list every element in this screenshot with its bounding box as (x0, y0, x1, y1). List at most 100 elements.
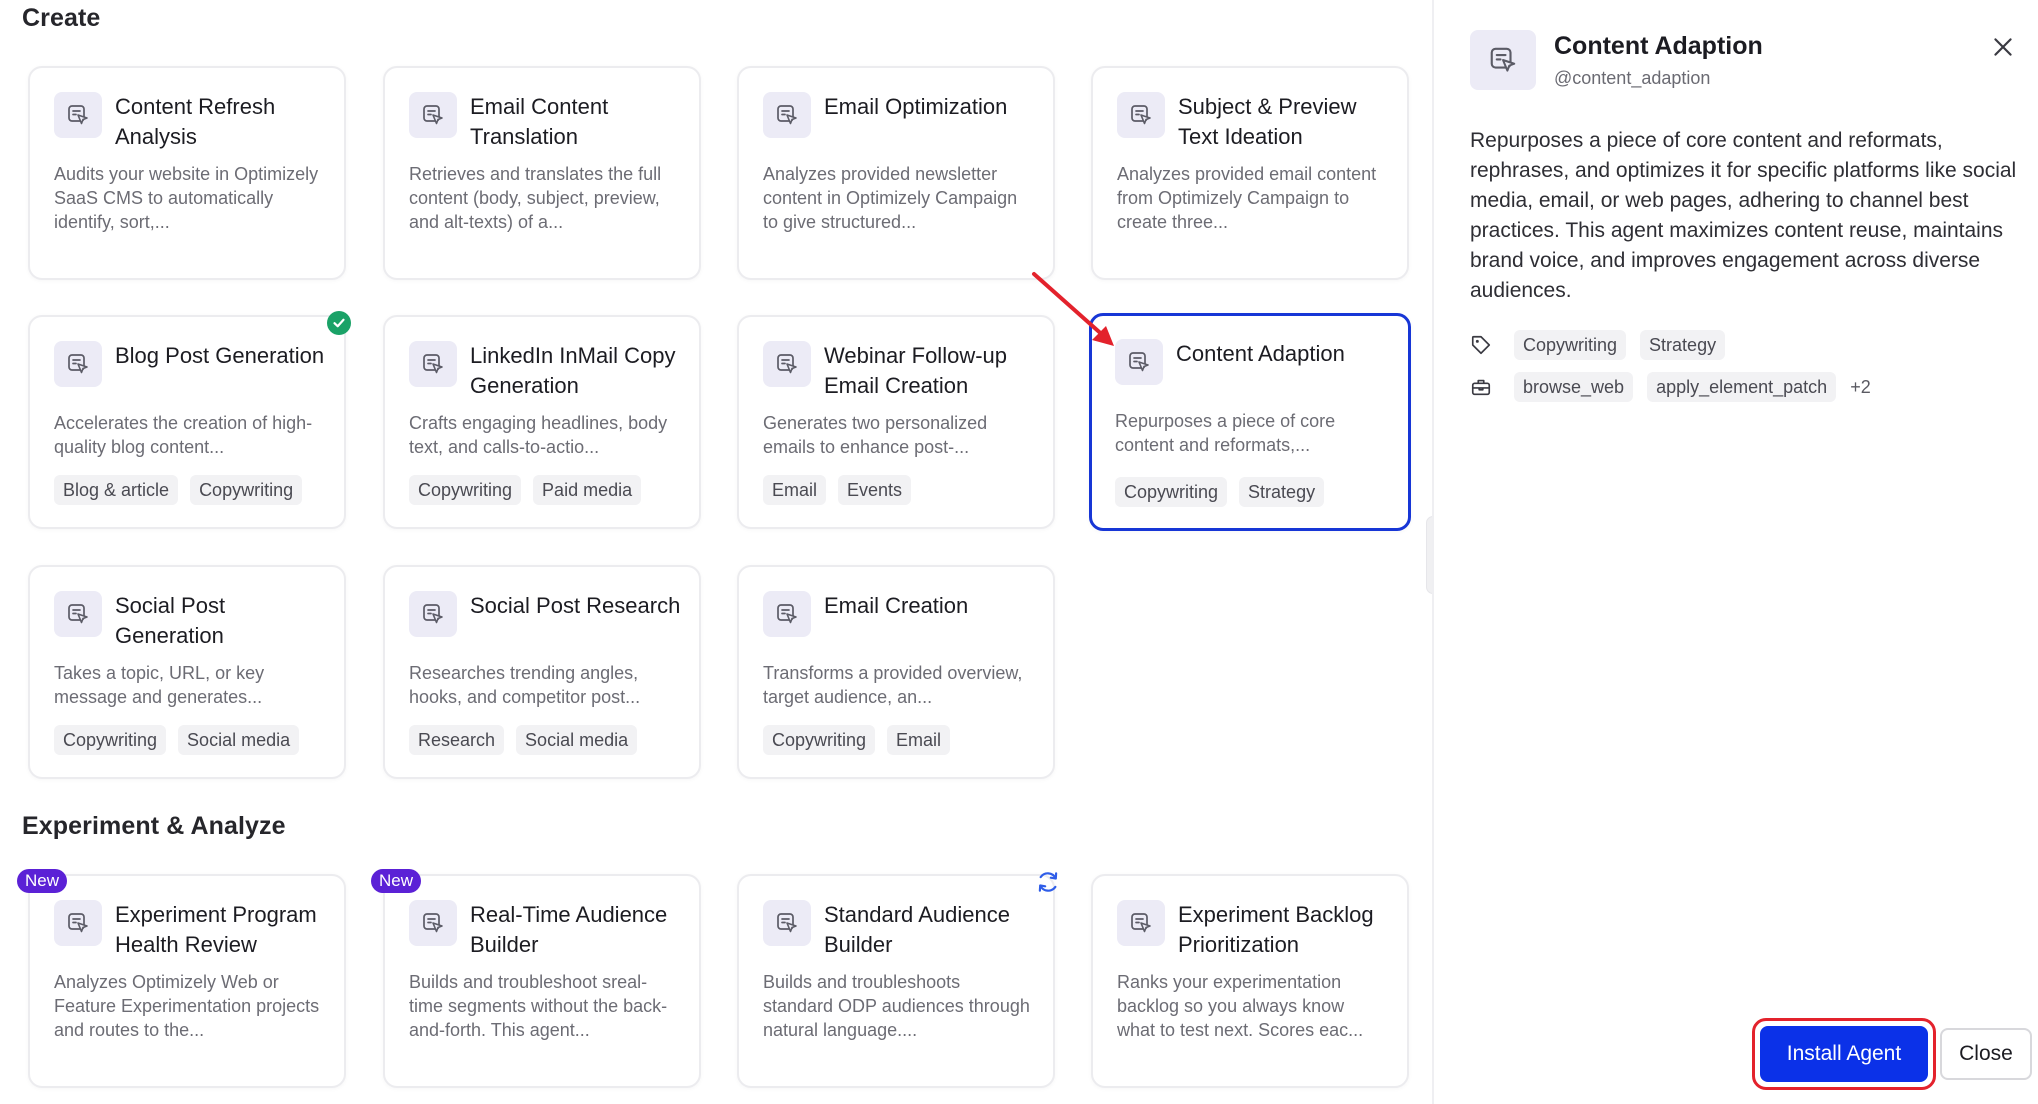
agent-card-email-optimization[interactable]: Email Optimization Analyzes provided new… (737, 66, 1055, 280)
tag: Email (763, 475, 827, 505)
card-description: Researches trending angles, hooks, and c… (409, 663, 641, 707)
tag: Copywriting (409, 475, 522, 505)
tag: Events (838, 475, 912, 505)
card-description: Generates two personalized emails to enh… (763, 413, 988, 457)
card-title: Email Optimization (824, 94, 1008, 119)
tag-list: Copywriting Email (763, 725, 951, 755)
new-badge: New (371, 869, 422, 893)
tool-tag: apply_element_patch (1647, 372, 1837, 402)
close-icon[interactable] (1990, 34, 2016, 60)
card-description: Builds and troubleshoots standard ODP au… (763, 972, 1030, 1040)
tag: Copywriting (1115, 477, 1228, 507)
agent-card-social-generation[interactable]: Social Post Generation Takes a topic, UR… (28, 565, 346, 779)
agent-card-subject-preview[interactable]: Subject & Preview Text Ideation Analyzes… (1091, 66, 1409, 280)
more-tools-count[interactable]: +2 (1850, 377, 1871, 398)
card-description: Analyzes Optimizely Web or Feature Exper… (54, 972, 320, 1040)
agent-card-email-translation[interactable]: Email Content Translation Retrieves and … (383, 66, 701, 280)
close-button[interactable]: Close (1940, 1028, 2032, 1080)
agent-icon (1117, 92, 1165, 138)
section-title-create: Create (22, 4, 101, 32)
panel-tools-row: browse_web apply_element_patch +2 (1470, 372, 1871, 402)
agent-icon (763, 900, 811, 946)
agent-detail-panel: Content Adaption @content_adaption Repur… (1432, 0, 2038, 1104)
tag: Copywriting (190, 475, 303, 505)
card-description: Takes a topic, URL, or key message and g… (54, 663, 265, 707)
annotation-arrow-icon (1032, 272, 1114, 346)
tag-list: Copywriting Social media (54, 725, 300, 755)
tag: Strategy (1640, 330, 1726, 360)
card-title: Social Post Research (470, 593, 681, 618)
agent-card-standard-audience[interactable]: Standard Audience Builder Builds and tro… (737, 874, 1055, 1088)
panel-title: Content Adaption (1554, 32, 1763, 60)
tag-list: Copywriting Strategy (1115, 477, 1325, 507)
tag: Research (409, 725, 505, 755)
agent-icon (1470, 30, 1536, 90)
tag-list: Copywriting Paid media (409, 475, 642, 505)
new-badge: New (17, 869, 68, 893)
tag-list: Email Events (763, 475, 912, 505)
agent-icon (54, 341, 102, 387)
installed-check-icon (327, 311, 351, 335)
card-title: LinkedIn InMail Copy Generation (470, 343, 676, 398)
agent-icon (54, 92, 102, 138)
card-title: Subject & Preview Text Ideation (1178, 94, 1357, 149)
card-description: Analyzes provided newsletter content in … (763, 164, 1018, 232)
card-title: Social Post Generation (115, 593, 226, 648)
tag: Social media (516, 725, 638, 755)
agent-card-experiment-health[interactable]: Experiment Program Health Review Analyze… (28, 874, 346, 1088)
install-highlight: Install Agent (1752, 1018, 1936, 1090)
tag: Paid media (533, 475, 642, 505)
agent-card-content-refresh[interactable]: Content Refresh Analysis Audits your web… (28, 66, 346, 280)
panel-description: Repurposes a piece of core content and r… (1470, 129, 2017, 302)
agent-icon (1117, 900, 1165, 946)
card-title: Blog Post Generation (115, 343, 325, 368)
toolbox-icon (1471, 379, 1491, 396)
agent-card-content-adaption[interactable]: Content Adaption Repurposes a piece of c… (1089, 313, 1411, 531)
card-description: Accelerates the creation of high-quality… (54, 413, 313, 457)
card-title: Webinar Follow-up Email Creation (824, 343, 1008, 398)
tool-tag: browse_web (1514, 372, 1634, 402)
card-title: Experiment Program Health Review (115, 902, 317, 957)
agent-card-linkedin[interactable]: LinkedIn InMail Copy Generation Crafts e… (383, 315, 701, 529)
panel-tags-row: Copywriting Strategy (1470, 330, 1726, 360)
tag: Copywriting (1514, 330, 1627, 360)
agent-icon (409, 591, 457, 637)
agent-card-social-research[interactable]: Social Post Research Researches trending… (383, 565, 701, 779)
card-description: Audits your website in Optimizely SaaS C… (54, 164, 319, 232)
agent-icon (763, 591, 811, 637)
tag: Copywriting (54, 725, 167, 755)
refresh-icon[interactable] (1035, 869, 1061, 895)
card-title: Real-Time Audience Builder (470, 902, 668, 957)
agent-card-email-creation[interactable]: Email Creation Transforms a provided ove… (737, 565, 1055, 779)
card-title: Email Content Translation (470, 94, 609, 149)
card-title: Email Creation (824, 593, 969, 618)
agent-card-webinar[interactable]: Webinar Follow-up Email Creation Generat… (737, 315, 1055, 529)
agent-card-blog-post[interactable]: Blog Post Generation Accelerates the cre… (28, 315, 346, 529)
agent-icon (54, 900, 102, 946)
agent-card-experiment-backlog[interactable]: Experiment Backlog Prioritization Ranks … (1091, 874, 1409, 1088)
agent-handle: @content_adaption (1554, 68, 1711, 88)
card-description: Crafts engaging headlines, body text, an… (409, 413, 668, 457)
agent-catalog: Create Content Refresh Analysis Audits y… (0, 0, 1428, 1104)
card-description: Builds and troubleshoot sreal-time segme… (409, 972, 668, 1040)
agent-icon (409, 900, 457, 946)
tag: Blog & article (54, 475, 179, 505)
card-description: Transforms a provided overview, target a… (763, 663, 1023, 707)
agent-card-realtime-audience[interactable]: Real-Time Audience Builder Builds and tr… (383, 874, 701, 1088)
agent-icon (763, 341, 811, 387)
tag: Email (887, 725, 951, 755)
agent-icon (54, 591, 102, 637)
tag-list: Research Social media (409, 725, 638, 755)
agent-icon (409, 92, 457, 138)
card-title: Content Adaption (1176, 341, 1345, 366)
tag: Copywriting (763, 725, 876, 755)
agent-icon (409, 341, 457, 387)
card-description: Analyzes provided email content from Opt… (1117, 164, 1377, 232)
tag: Social media (178, 725, 300, 755)
card-description: Retrieves and translates the full conten… (409, 164, 662, 232)
install-agent-button[interactable]: Install Agent (1760, 1026, 1928, 1082)
card-description: Repurposes a piece of core content and r… (1115, 411, 1336, 455)
card-description: Ranks your experimentation backlog so yo… (1117, 972, 1364, 1040)
card-title: Content Refresh Analysis (115, 94, 276, 149)
agent-icon (1115, 339, 1163, 385)
